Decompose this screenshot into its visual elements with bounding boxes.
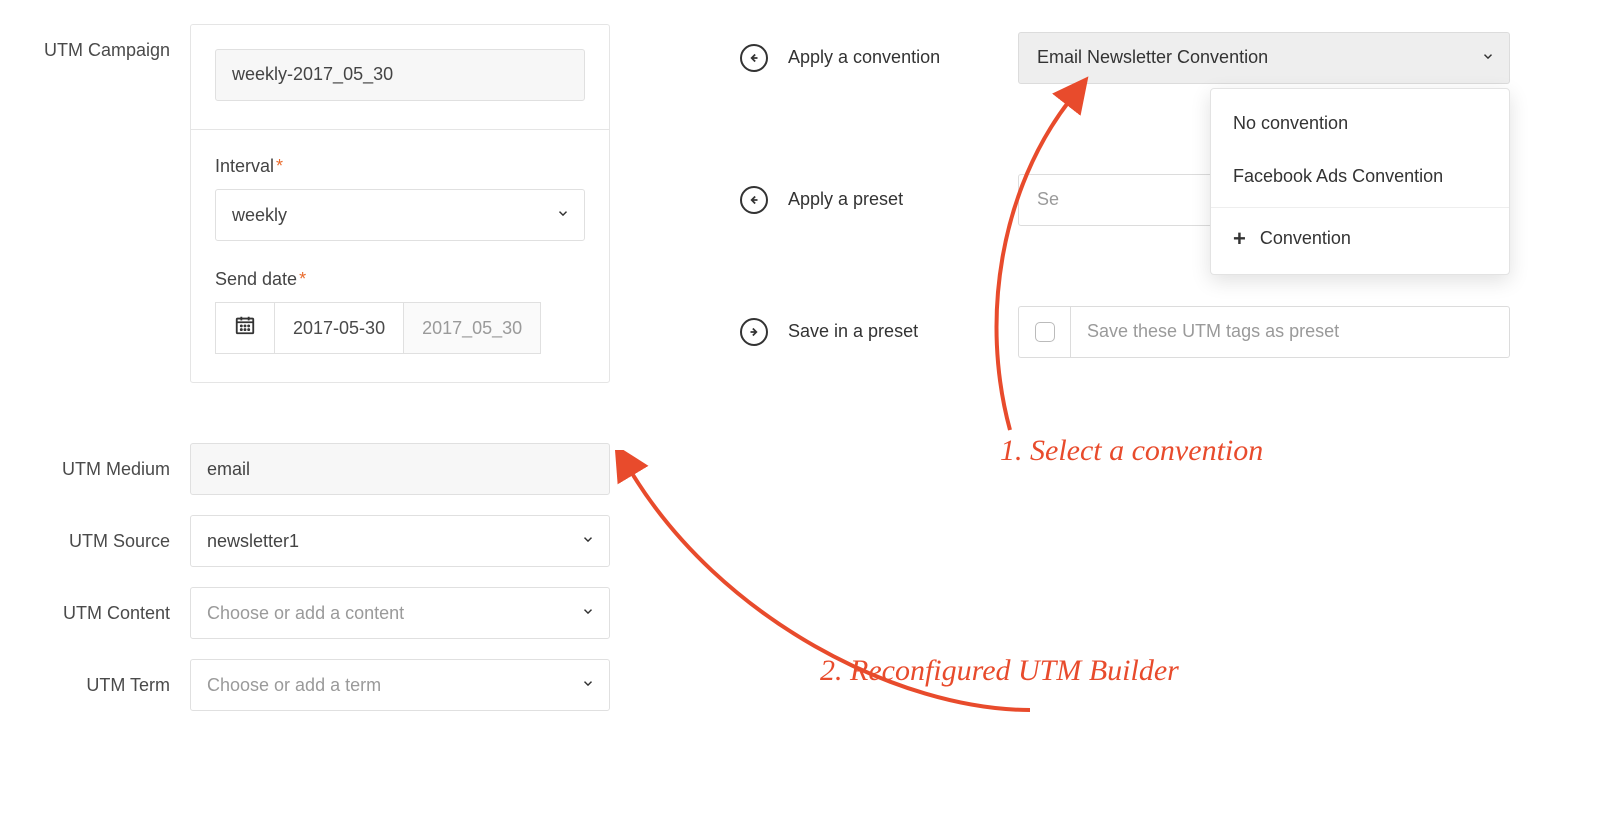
calendar-icon bbox=[234, 314, 256, 343]
plus-icon: + bbox=[1233, 228, 1246, 250]
utm-term-label: UTM Term bbox=[30, 659, 190, 698]
interval-select[interactable]: weekly bbox=[215, 189, 585, 241]
convention-select[interactable]: Email Newsletter Convention bbox=[1018, 32, 1510, 84]
apply-preset-label: Apply a preset bbox=[788, 187, 998, 212]
utm-medium-label: UTM Medium bbox=[30, 443, 190, 482]
send-date-output: 2017_05_30 bbox=[404, 302, 541, 354]
save-preset-input[interactable]: Save these UTM tags as preset bbox=[1070, 306, 1510, 358]
utm-content-select[interactable]: Choose or add a content bbox=[190, 587, 610, 639]
save-preset-row: Save in a preset Save these UTM tags as … bbox=[740, 306, 1510, 358]
utm-medium-input[interactable]: email bbox=[190, 443, 610, 495]
chevron-down-icon bbox=[581, 673, 595, 698]
utm-campaign-label: UTM Campaign bbox=[30, 24, 190, 63]
arrow-right-circle-icon bbox=[740, 318, 768, 346]
utm-campaign-row: UTM Campaign weekly-2017_05_30 Interval*… bbox=[30, 24, 610, 383]
utm-campaign-value: weekly-2017_05_30 bbox=[232, 62, 393, 87]
utm-content-label: UTM Content bbox=[30, 587, 190, 626]
utm-campaign-input[interactable]: weekly-2017_05_30 bbox=[215, 49, 585, 101]
utm-content-row: UTM Content Choose or add a content bbox=[30, 587, 610, 639]
chevron-down-icon bbox=[1481, 45, 1495, 70]
convention-option-add[interactable]: + Convention bbox=[1211, 207, 1509, 265]
arrow-left-circle-icon bbox=[740, 44, 768, 72]
save-preset-checkbox[interactable] bbox=[1018, 306, 1070, 358]
convention-option-none[interactable]: No convention bbox=[1211, 97, 1509, 150]
chevron-down-icon bbox=[581, 529, 595, 554]
calendar-button[interactable] bbox=[215, 302, 275, 354]
arrow-left-circle-icon bbox=[740, 186, 768, 214]
apply-convention-label: Apply a convention bbox=[788, 45, 998, 70]
utm-source-select[interactable]: newsletter1 bbox=[190, 515, 610, 567]
chevron-down-icon bbox=[556, 203, 570, 228]
convention-panel: Apply a convention Email Newsletter Conv… bbox=[740, 24, 1510, 731]
utm-source-label: UTM Source bbox=[30, 515, 190, 554]
interval-label: Interval* bbox=[215, 154, 585, 179]
send-date-group: 2017-05-30 2017_05_30 bbox=[215, 302, 585, 354]
interval-value: weekly bbox=[232, 203, 287, 228]
convention-dropdown: No convention Facebook Ads Convention + … bbox=[1210, 88, 1510, 275]
chevron-down-icon bbox=[581, 601, 595, 626]
utm-builder-form: UTM Campaign weekly-2017_05_30 Interval*… bbox=[30, 24, 610, 731]
utm-source-row: UTM Source newsletter1 bbox=[30, 515, 610, 567]
utm-medium-row: UTM Medium email bbox=[30, 443, 610, 495]
apply-convention-row: Apply a convention Email Newsletter Conv… bbox=[740, 32, 1510, 84]
send-date-input[interactable]: 2017-05-30 bbox=[275, 302, 404, 354]
utm-term-select[interactable]: Choose or add a term bbox=[190, 659, 610, 711]
checkbox-icon bbox=[1035, 322, 1055, 342]
convention-option-facebook[interactable]: Facebook Ads Convention bbox=[1211, 150, 1509, 203]
utm-campaign-panel: weekly-2017_05_30 Interval* weekly bbox=[190, 24, 610, 383]
save-preset-label: Save in a preset bbox=[788, 319, 998, 344]
send-date-label: Send date* bbox=[215, 267, 585, 292]
utm-term-row: UTM Term Choose or add a term bbox=[30, 659, 610, 711]
